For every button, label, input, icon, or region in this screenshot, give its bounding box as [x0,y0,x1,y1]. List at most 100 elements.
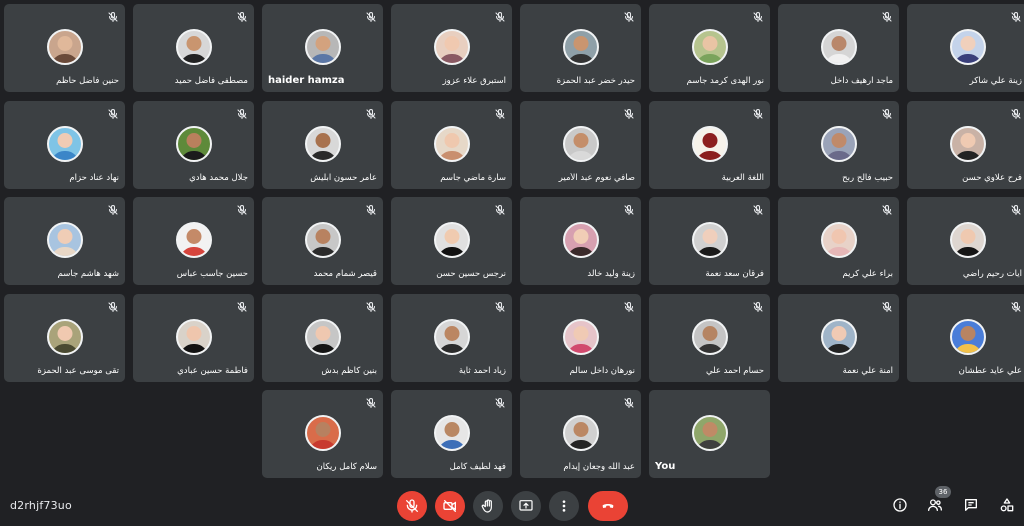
participant-tile[interactable]: سلام كامل ريكان [262,390,383,478]
mic-toggle-button[interactable] [397,491,427,521]
activities-button[interactable] [998,496,1016,514]
participant-grid: حنين فاضل حاظم مصطفى فاضل حميد haider hamz… [4,4,1024,478]
avatar [691,125,728,162]
mic-off-icon [237,108,247,119]
participant-name: حبيب فالح ربح [842,172,893,183]
participant-tile[interactable]: حسام احمد علي [649,293,770,382]
participant-tile[interactable]: You [649,390,770,478]
mic-off-icon [1011,204,1021,216]
participant-name: سارة ماضي جاسم [440,172,506,183]
participant-tile[interactable]: فاطمة حسين عبادي [133,293,254,382]
participant-tile[interactable]: جلال محمد هادي [133,100,254,189]
more-options-button[interactable] [549,491,579,521]
participant-tile[interactable]: نرجس حسين حسن [391,197,512,285]
participant-tile[interactable]: فرح علاوي حسن [907,100,1024,189]
participant-tile[interactable]: صافي نعوم عبد الأمير [520,100,641,189]
avatar [949,29,986,65]
participant-tile[interactable]: علي عايد عطشان [907,293,1024,382]
participant-tile[interactable]: عامر حسون ابليش [262,100,383,189]
mic-off-icon [1011,108,1021,119]
participant-tile[interactable]: نور الهدى كرمد جاسم [649,4,770,92]
avatar [175,318,212,355]
mic-off-icon [237,204,247,216]
participant-tile[interactable]: شهد هاشم جاسم [4,197,125,285]
call-end-icon [602,504,614,508]
avatar [46,222,83,258]
participant-tile[interactable]: اللغة العربية [649,100,770,189]
mic-off-icon [882,204,892,216]
participant-name: جلال محمد هادي [189,172,248,183]
avatar [46,318,83,355]
participant-tile[interactable]: نورهان داخل سالم [520,293,641,382]
participant-name: مصطفى فاضل حميد [174,76,248,86]
participant-name: تقى موسى عبد الحمزة [37,365,119,376]
mic-off-icon [882,11,892,23]
participant-tile[interactable]: ماجد ارهيف داخل [778,4,899,92]
bottom-control-bar: d2rhjf73uo 36 [0,486,1024,526]
present-screen-button[interactable] [511,491,541,521]
participant-tile[interactable]: نهاد عناد حزام [4,100,125,189]
mic-off-icon [624,301,634,312]
participant-name: نهاد عناد حزام [69,172,119,183]
participant-tile[interactable]: تقى موسى عبد الحمزة [4,293,125,382]
avatar [433,415,470,451]
people-button[interactable] [926,496,944,514]
participant-tile[interactable]: حبيب فالح ربح [778,100,899,189]
mic-off-icon [366,204,376,216]
avatar [562,415,599,451]
participant-name: نورهان داخل سالم [569,365,635,376]
avatar [562,318,599,355]
participant-name: نور الهدى كرمد جاسم [686,76,764,86]
avatar [433,318,470,355]
participant-tile[interactable]: براء علي كريم [778,197,899,285]
participant-name: علي عايد عطشان [958,365,1022,376]
mic-off-icon [753,11,763,23]
participant-tile[interactable]: زينة وليد خالد [520,197,641,285]
avatar [691,318,728,355]
avatar [820,318,857,355]
participant-name: عامر حسون ابليش [310,172,377,183]
present-screen-icon [519,500,533,511]
avatar [46,125,83,162]
avatar [304,125,341,162]
participant-name: بنين كاظم بدش [321,365,377,376]
mic-off-icon [495,301,505,312]
avatar [949,222,986,258]
chat-icon [965,499,977,511]
participant-tile[interactable]: بنين كاظم بدش [262,293,383,382]
participant-tile[interactable]: عبد الله وجعان إيدام [520,390,641,478]
participant-tile[interactable]: حسين جاسب عباس [133,197,254,285]
participant-tile[interactable]: زياد احمد ثاية [391,293,512,382]
mic-off-icon [753,108,763,119]
participant-name: haider hamza [268,75,345,86]
participant-tile[interactable]: حنين فاضل حاظم [4,4,125,92]
avatar [562,125,599,162]
hand-icon [481,499,492,513]
participant-tile[interactable]: استبرق علاء عزوز [391,4,512,92]
participant-tile[interactable]: فهد لطيف كامل [391,390,512,478]
meeting-code[interactable]: d2rhjf73uo [10,499,72,512]
chat-button[interactable] [962,496,980,514]
participant-tile[interactable]: مصطفى فاضل حميد [133,4,254,92]
participant-tile[interactable]: حيدر خضر عبد الحمزة [520,4,641,92]
avatar [46,29,83,65]
mic-off-icon [406,499,418,513]
participant-name: استبرق علاء عزوز [442,76,506,86]
meeting-details-button[interactable] [891,496,909,514]
raise-hand-button[interactable] [473,491,503,521]
leave-call-button[interactable] [588,491,628,521]
participant-tile[interactable]: فرقان سعد نعمة [649,197,770,285]
participant-name: عبد الله وجعان إيدام [563,462,635,472]
participant-tile[interactable]: آمنة علي نعمة [778,293,899,382]
participant-tile[interactable]: haider hamza [262,4,383,92]
camera-toggle-button[interactable] [435,491,465,521]
people-icon [928,499,942,511]
participant-tile[interactable]: زينة علي شاكر [907,4,1024,92]
participant-tile[interactable]: سارة ماضي جاسم [391,100,512,189]
participant-tile[interactable]: قيصر شمام محمد [262,197,383,285]
mic-off-icon [108,108,118,119]
participant-name: براء علي كريم [842,269,893,279]
participant-tile[interactable]: آيات رحيم راضي [907,197,1024,285]
participant-name: سلام كامل ريكان [316,462,377,472]
mic-off-icon [108,204,118,216]
